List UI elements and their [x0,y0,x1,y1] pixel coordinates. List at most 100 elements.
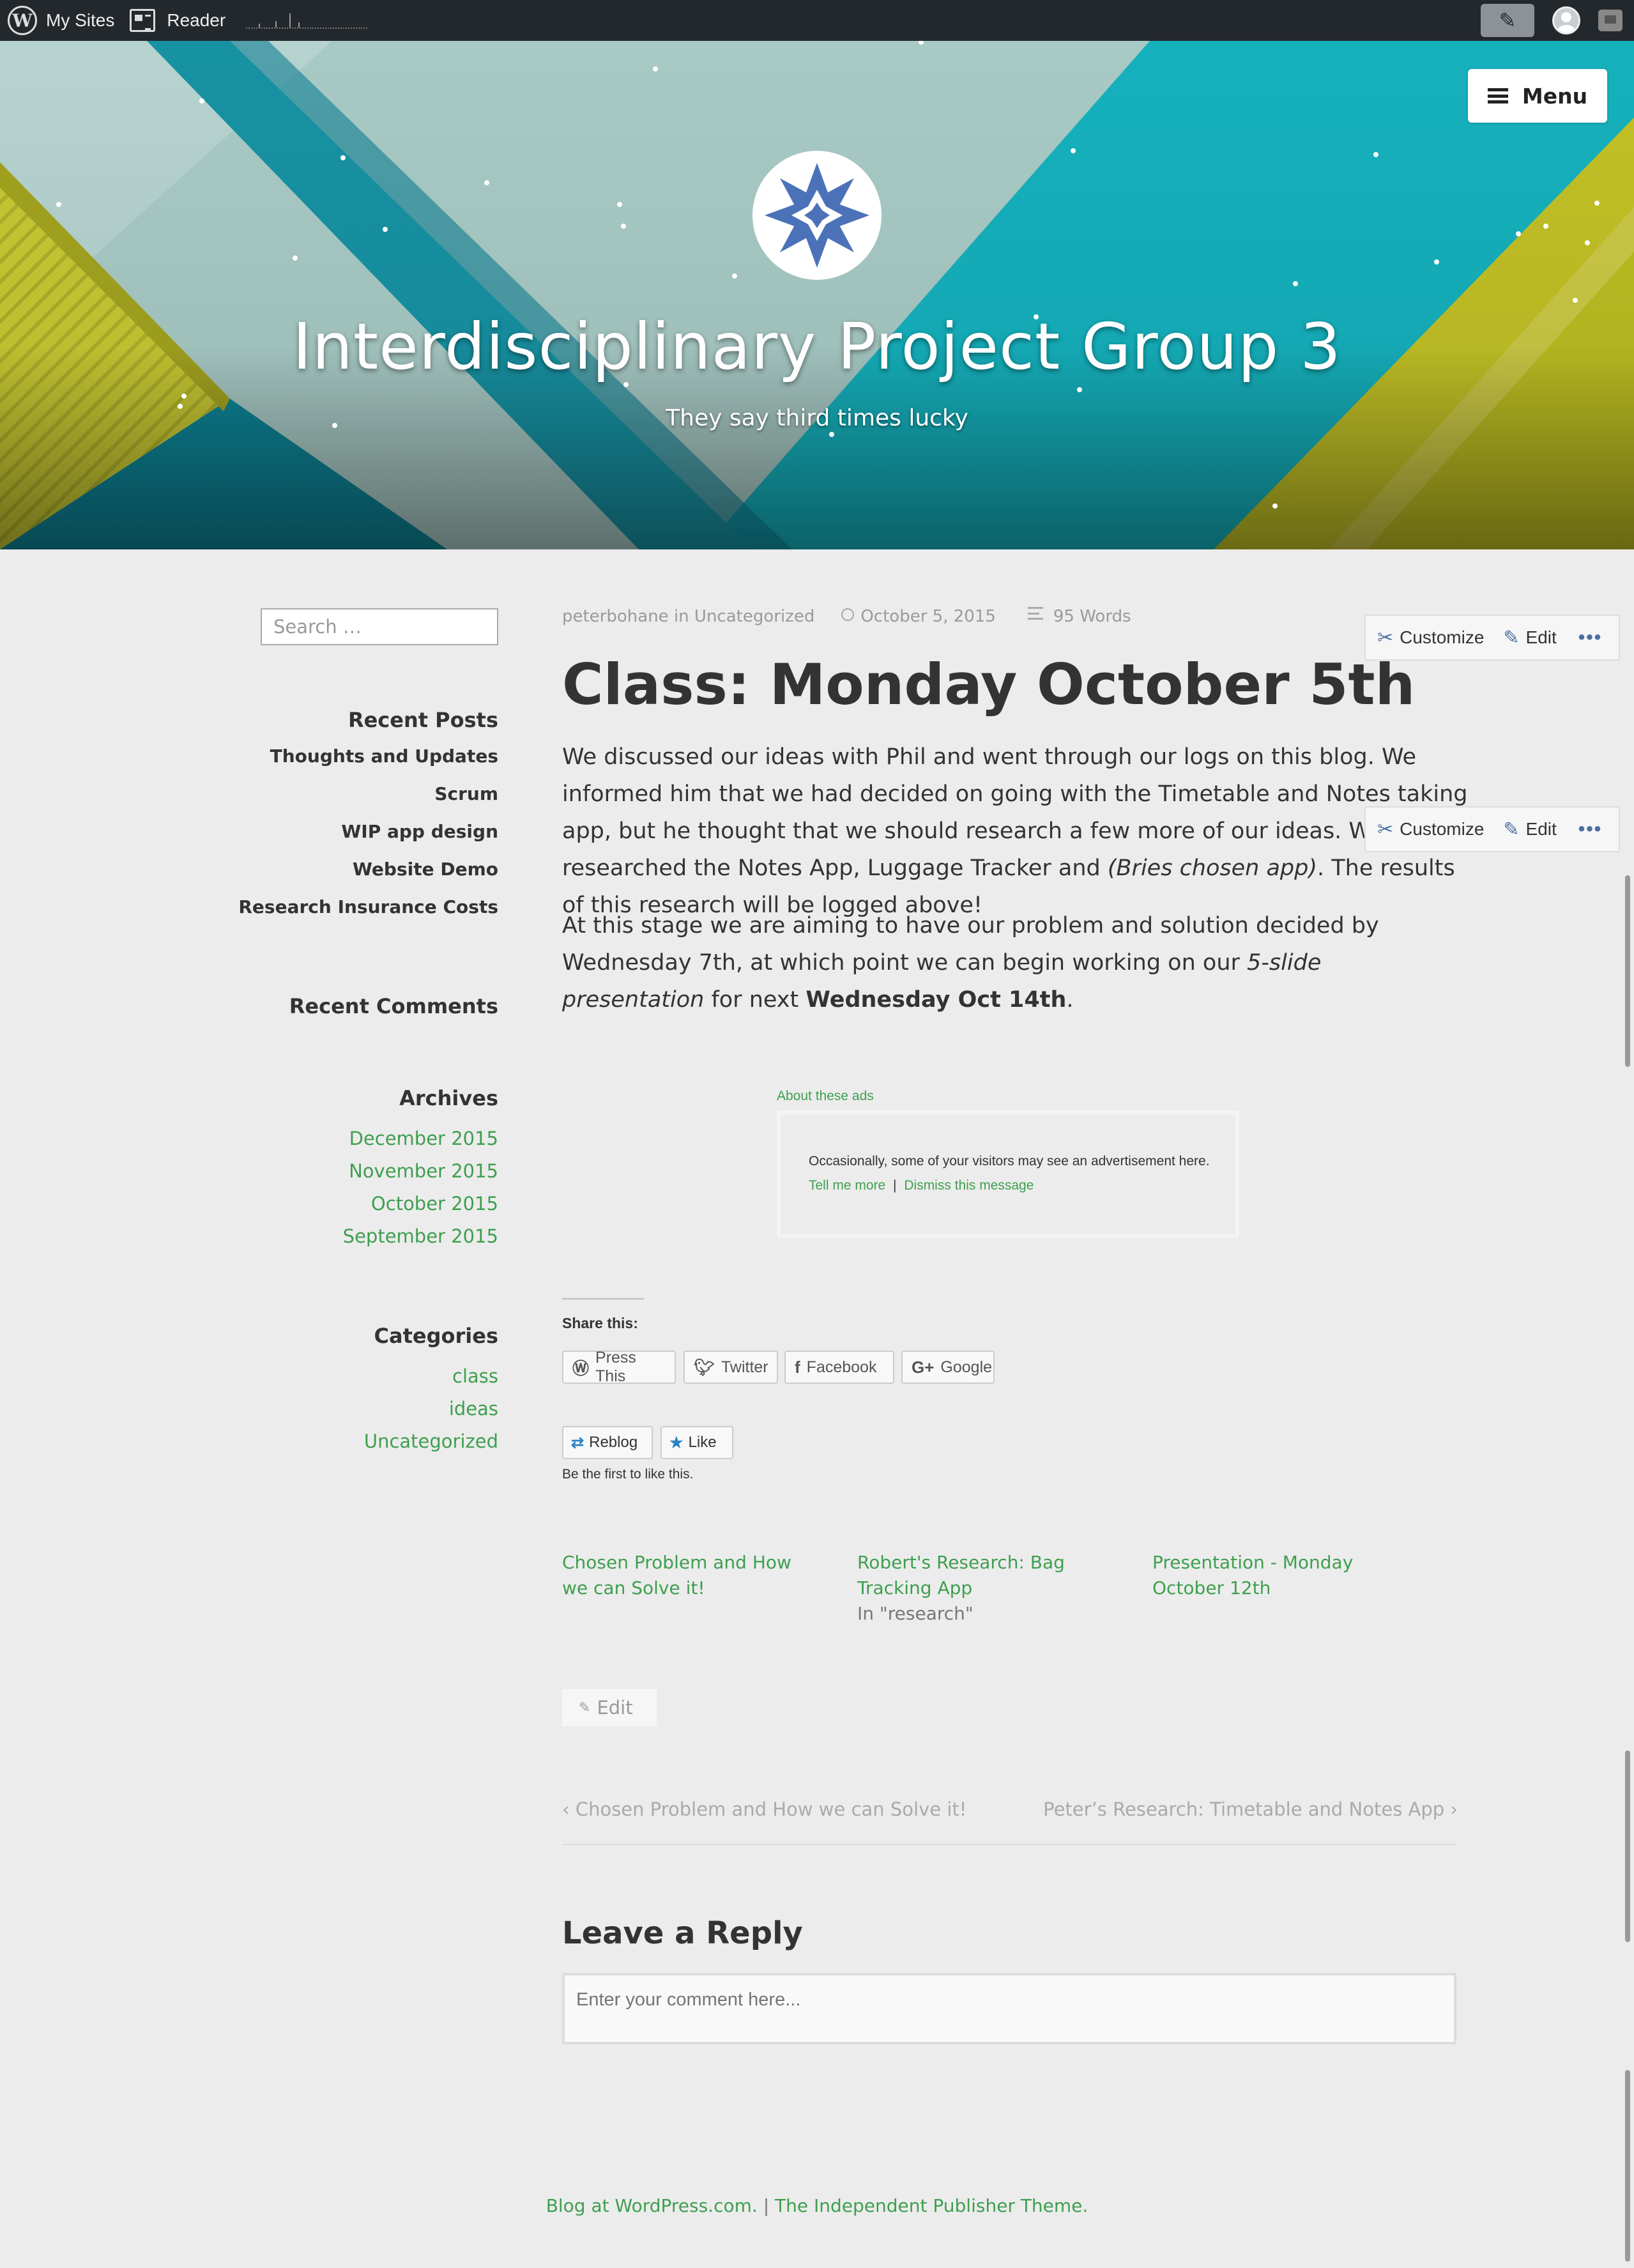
archive-link[interactable]: December 2015 [343,1124,498,1157]
post-author[interactable]: peterbohane [562,607,669,626]
recent-post-link[interactable]: WIP app design [238,818,498,855]
site-footer: Blog at WordPress.com. | The Independent… [0,2195,1634,2216]
archive-link[interactable]: November 2015 [343,1157,498,1190]
user-avatar[interactable] [1552,6,1580,34]
search-input[interactable] [261,608,498,645]
post-paragraph: At this stage we are aiming to have our … [562,913,1379,1013]
write-post-button[interactable]: ✎ [1481,4,1534,37]
about-ads-link[interactable]: About these ads [777,1089,874,1104]
related-post: Presentation - Monday October 12th [1152,1550,1408,1601]
share-title: Share this: [562,1315,638,1331]
more-dots-icon[interactable]: ••• [1578,818,1603,840]
recent-post-link[interactable]: Website Demo [238,855,498,893]
google-plus-icon: G+ [912,1357,935,1377]
archives-list: December 2015 November 2015 October 2015… [343,1124,498,1255]
like-status-text: Be the first to like this. [562,1467,694,1482]
recent-comments-title: Recent Comments [289,994,498,1018]
edit-button[interactable]: Edit [1526,627,1557,648]
post-date[interactable]: October 5, 2015 [860,607,996,626]
post-category[interactable]: Uncategorized [694,607,814,626]
blog-at-wordpress-link[interactable]: Blog at WordPress.com. [546,2195,758,2216]
site-tagline: They say third times lucky [666,405,968,431]
twitter-icon: 🐦︎ [694,1357,715,1377]
archives-title: Archives [399,1086,498,1110]
site-logo-quilt-icon [765,163,869,268]
related-post-link[interactable]: Presentation - Monday October 12th [1152,1550,1408,1601]
tell-me-more-link[interactable]: Tell me more [809,1178,885,1193]
hamburger-icon [1487,88,1508,103]
related-post: Robert's Research: Bag Tracking App In "… [857,1550,1113,1627]
related-post-context: In "research" [857,1603,974,1624]
ad-links-separator: | [893,1178,897,1193]
reader-icon [130,9,156,32]
notifications-icon[interactable] [1598,10,1623,31]
clock-icon [841,608,855,621]
recent-post-link[interactable]: Thoughts and Updates [238,742,498,780]
scrollbar-thumb[interactable] [1625,2070,1630,2262]
header-background-image [0,41,1634,549]
edit-pencil-icon: ✎ [1503,627,1520,648]
chevron-left-icon: ‹ [562,1798,576,1820]
share-twitter-button[interactable]: 🐦︎ Twitter [683,1351,778,1384]
scrollbar[interactable] [1623,549,1634,2268]
share-facebook-button[interactable]: f Facebook [784,1351,894,1384]
recent-post-link[interactable]: Research Insurance Costs [238,893,498,931]
like-button[interactable]: ★ Like [660,1426,733,1459]
share-google-button[interactable]: G+ Google [901,1351,995,1384]
recent-posts-title: Recent Posts [347,708,498,732]
reblog-button[interactable]: ⇄ Reblog [562,1426,653,1459]
categories-list: class ideas Uncategorized [364,1362,498,1460]
previous-post-link[interactable]: ‹ Chosen Problem and How we can Solve it… [562,1798,966,1820]
reader-menu[interactable]: Reader [122,0,233,41]
archive-link[interactable]: September 2015 [343,1222,498,1255]
category-link[interactable]: class [364,1362,498,1395]
edit-button[interactable]: Edit [1526,819,1557,839]
my-sites-menu[interactable]: W My Sites [0,0,122,41]
post-title: Class: Monday October 5th [562,652,1416,717]
wordpress-logo-icon: W [8,6,37,35]
comment-textarea[interactable] [562,1973,1456,2044]
category-link[interactable]: ideas [364,1395,498,1427]
share-press-this-button[interactable]: Ⓦ Press This [562,1349,676,1385]
next-post-link[interactable]: Peter’s Research: Timetable and Notes Ap… [1043,1798,1458,1820]
word-count-icon [1027,607,1043,620]
related-post-link[interactable]: Robert's Research: Bag Tracking App [857,1550,1113,1601]
site-logo[interactable] [752,151,882,280]
post-edit-link[interactable]: ✎ Edit [562,1689,657,1726]
post-meta-in: in [673,607,689,626]
dismiss-message-link[interactable]: Dismiss this message [904,1178,1034,1193]
menu-button[interactable]: Menu [1468,69,1607,123]
recent-posts-list: Thoughts and Updates Scrum WIP app desig… [238,742,498,931]
category-link[interactable]: Uncategorized [364,1427,498,1460]
site-title[interactable]: Interdisciplinary Project Group 3 [0,309,1634,384]
post-paragraph: We discussed our ideas with Phil and wen… [562,744,1468,918]
related-post: Chosen Problem and How we can Solve it! [562,1550,818,1601]
reply-title: Leave a Reply [562,1915,803,1951]
recent-post-link[interactable]: Scrum [238,780,498,818]
chevron-right-icon: › [1444,1798,1458,1820]
customize-button[interactable]: Customize [1400,627,1484,648]
archive-link[interactable]: October 2015 [343,1190,498,1222]
more-dots-icon[interactable]: ••• [1578,627,1603,648]
post-meta: peterbohane in Uncategorized October 5, … [562,607,1131,626]
menu-button-label: Menu [1522,83,1588,109]
admin-bar: W My Sites Reader ✎ [0,0,1634,41]
write-pencil-icon: ✎ [1499,8,1516,33]
reblog-icon: ⇄ [571,1434,584,1452]
scrollbar-thumb[interactable] [1625,875,1630,1067]
customize-tools-icon: ✂ [1377,627,1394,648]
post-nav-divider [562,1844,1456,1845]
wordpress-icon: Ⓦ [572,1358,590,1378]
theme-credit-link[interactable]: The Independent Publisher Theme. [775,2195,1088,2216]
footer-separator: | [763,2195,770,2216]
post-word-count: 95 Words [1053,607,1131,626]
edit-pencil-icon: ✎ [1503,818,1520,840]
related-post-link[interactable]: Chosen Problem and How we can Solve it! [562,1550,818,1601]
ad-notice-message: Occasionally, some of your visitors may … [809,1154,1210,1168]
stats-sparkline[interactable] [246,12,368,29]
scrollbar-thumb[interactable] [1625,1751,1630,1942]
customize-button[interactable]: Customize [1400,819,1484,839]
facebook-icon: f [795,1357,800,1377]
star-icon: ★ [669,1434,683,1452]
pencil-icon: ✎ [579,1699,591,1716]
